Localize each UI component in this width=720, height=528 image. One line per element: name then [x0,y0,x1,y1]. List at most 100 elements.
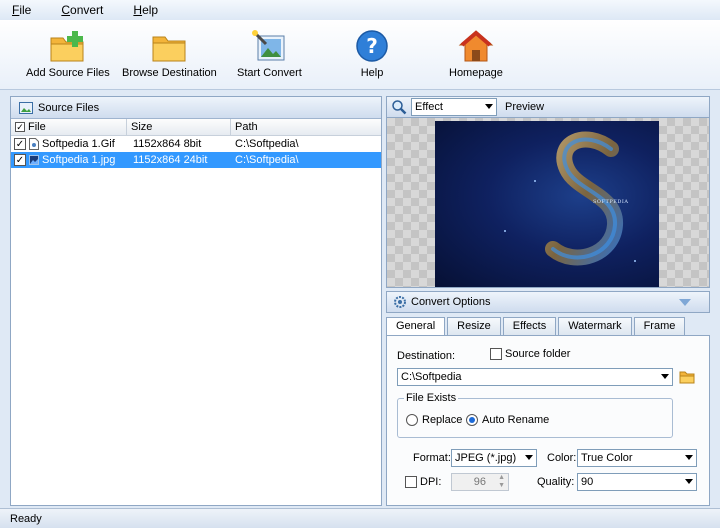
file-checkbox[interactable]: ✓ [14,138,26,150]
zoom-icon[interactable] [391,99,407,115]
dpi-option[interactable]: DPI: [405,476,441,488]
menu-help[interactable]: Help [129,1,162,19]
column-size[interactable]: Size [127,119,231,135]
gif-file-icon [29,138,39,150]
tab-general[interactable]: General [386,317,446,336]
file-size: 1152x864 8bit [133,138,202,150]
file-path: C:\Softpedia\ [235,138,299,150]
gear-icon [394,296,406,308]
destination-dropdown[interactable]: C:\Softpedia [397,368,673,386]
tab-frame[interactable]: Frame [633,317,686,335]
preview-image: SOFTPEDIA [435,121,659,287]
file-name: Softpedia 1.jpg [42,154,116,166]
add-source-files-button[interactable]: Add Source Files [26,28,110,79]
homepage-label: Homepage [449,67,503,79]
options-tabs: General Resize Effects Watermark Frame [386,317,710,336]
file-name: Softpedia 1.Gif [42,138,115,150]
file-row[interactable]: ✓ Softpedia 1.Gif 1152x864 8bit C:\Softp… [11,136,381,152]
tab-watermark[interactable]: Watermark [558,317,632,335]
convert-options-header[interactable]: Convert Options [386,291,710,313]
home-icon [458,30,494,62]
chevron-down-icon [685,479,693,484]
general-tab-content: Destination: Source folder C:\Softpedia … [386,335,710,506]
start-convert-label: Start Convert [237,67,302,79]
source-folder-checkbox[interactable] [490,348,502,360]
dpi-value: 96 [473,476,486,488]
dpi-stepper[interactable]: 96 ▲ ▼ [451,473,509,491]
color-dropdown[interactable]: True Color [577,449,697,467]
auto-rename-radio[interactable] [466,414,478,426]
chevron-down-icon [525,455,533,460]
tab-resize[interactable]: Resize [447,317,501,335]
toolbar: Add Source Files Browse Destination Star… [0,20,720,90]
browse-folder-icon[interactable] [679,370,695,384]
browse-destination-button[interactable]: Browse Destination [122,28,217,79]
dpi-checkbox[interactable] [405,476,417,488]
column-file[interactable]: ✓ File [11,119,127,135]
file-exists-label: File Exists [404,392,459,404]
auto-rename-label: Auto Rename [482,414,550,426]
convert-options-title: Convert Options [411,296,491,308]
menu-convert[interactable]: Convert [57,1,107,19]
auto-rename-option[interactable]: Auto Rename [466,414,549,426]
select-all-checkbox[interactable]: ✓ [15,122,25,132]
color-label: Color: [547,452,577,464]
preview-area: SOFTPEDIA [386,118,710,288]
destination-label: Destination: [397,350,456,362]
preview-image-text: SOFTPEDIA [593,199,629,205]
quality-value: 90 [581,476,594,488]
collapse-chevron-icon[interactable] [679,299,691,307]
start-convert-button[interactable]: Start Convert [237,28,302,79]
source-files-header: Source Files [11,97,381,119]
chevron-down-icon [661,374,669,379]
format-dropdown[interactable]: JPEG (*.jpg) [451,449,537,467]
column-file-label: File [28,121,46,133]
destination-value: C:\Softpedia [401,371,462,383]
column-path[interactable]: Path [231,119,381,135]
folder-icon [152,36,186,62]
image-list-icon [19,101,33,114]
jpg-file-icon [29,155,39,165]
effect-dropdown-value: Effect [415,101,443,113]
format-value: JPEG (*.jpg) [455,452,517,464]
quality-dropdown[interactable]: 90 [577,473,697,491]
replace-option[interactable]: Replace [406,414,462,426]
file-size: 1152x864 24bit [133,154,208,166]
dpi-label: DPI: [420,476,442,488]
chevron-down-icon [685,455,693,460]
source-files-title: Source Files [38,101,100,114]
menu-file[interactable]: File [8,1,35,19]
replace-radio[interactable] [406,414,418,426]
stepper-arrows-icon[interactable]: ▲ ▼ [498,474,505,490]
help-button[interactable]: ? Help [355,28,389,79]
file-path: C:\Softpedia\ [235,154,299,166]
replace-label: Replace [422,414,463,426]
svg-text:?: ? [366,34,378,58]
preview-label: Preview [505,101,545,113]
file-checkbox[interactable]: ✓ [14,154,26,166]
color-value: True Color [581,452,633,464]
help-icon: ? [356,30,388,62]
folder-add-icon [50,31,84,62]
quality-label: Quality: [537,476,575,488]
tab-effects[interactable]: Effects [502,317,557,335]
status-text: Ready [10,512,42,525]
file-exists-group: File Exists Replace Auto Rename [397,392,673,438]
magic-wand-icon [252,30,285,61]
source-files-panel: Source Files ✓ File Size Path ✓ Softpedi… [10,96,382,506]
right-panel: Effect Preview SOFTPEDIA Convert Options… [386,96,710,506]
effect-dropdown[interactable]: Effect [411,98,497,116]
add-source-files-label: Add Source Files [26,67,110,79]
source-folder-label: Source folder [505,348,571,360]
file-list-header: ✓ File Size Path [11,119,381,136]
file-row[interactable]: ✓ Softpedia 1.jpg 1152x864 24bit C:\Soft… [11,152,381,168]
preview-header: Effect Preview [386,96,710,118]
menu-bar: File Convert Help [0,0,720,20]
format-label: Format: [413,452,451,464]
chevron-down-icon [485,104,493,109]
browse-destination-label: Browse Destination [122,67,217,79]
help-label: Help [360,67,384,79]
source-folder-option[interactable]: Source folder [490,348,570,360]
homepage-button[interactable]: Homepage [449,28,503,79]
status-bar: Ready [0,508,720,528]
